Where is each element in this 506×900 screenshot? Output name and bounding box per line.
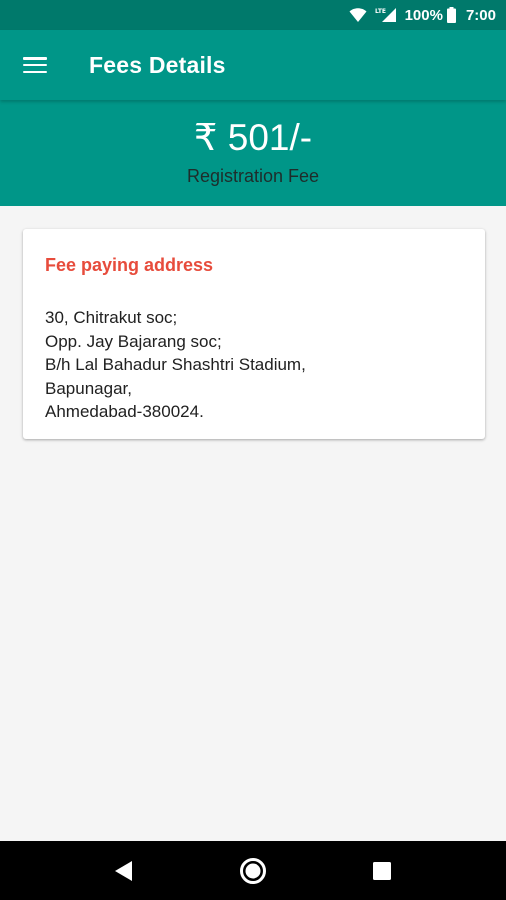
battery-icon: [446, 7, 456, 23]
recents-icon[interactable]: [362, 851, 402, 891]
hamburger-menu-icon[interactable]: [23, 55, 47, 75]
home-icon[interactable]: [233, 851, 273, 891]
clock: 7:00: [465, 6, 496, 24]
page-title: Fees Details: [89, 51, 226, 78]
address-card-title: Fee paying address: [45, 255, 214, 275]
back-icon[interactable]: [104, 851, 144, 891]
status-bar: LTE 100% 7:00: [0, 0, 506, 30]
address-line: Ahmedabad-380024.: [45, 402, 204, 421]
app-bar: Fees Details: [0, 30, 506, 100]
address-line: Opp. Jay Bajarang soc;: [45, 331, 222, 351]
battery-percent: 100%: [404, 6, 443, 24]
fee-header: ₹ 501/- Registration Fee: [0, 100, 506, 206]
address-card: Fee paying address 30, Chitrakut soc; Op…: [23, 229, 485, 439]
address-line: 30, Chitrakut soc;: [45, 308, 178, 327]
wifi-icon: [349, 7, 367, 23]
address-line: B/h Lal Bahadur Shashtri Stadium,: [45, 355, 306, 374]
fee-label: Registration Fee: [186, 166, 320, 186]
fee-amount: ₹ 501/-: [193, 117, 313, 158]
address-line: Bapunagar,: [45, 378, 132, 398]
navigation-bar: [0, 841, 506, 900]
lte-signal-icon: LTE: [375, 7, 397, 23]
svg-text:LTE: LTE: [375, 8, 386, 15]
